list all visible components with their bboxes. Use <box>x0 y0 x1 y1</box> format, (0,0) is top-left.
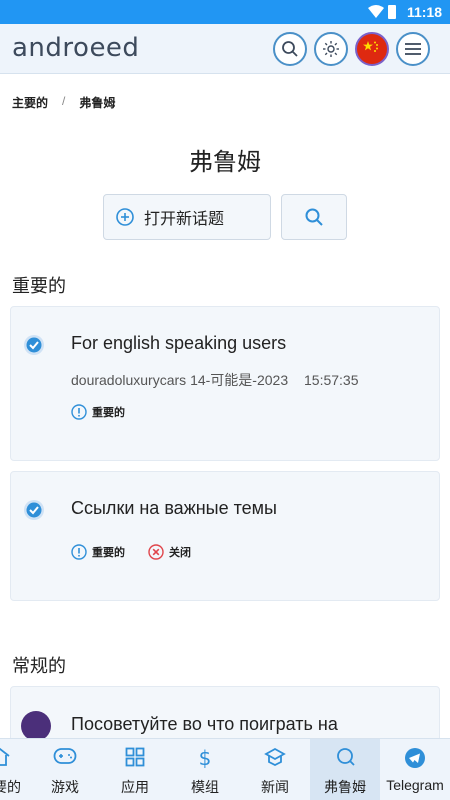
exclamation-icon <box>71 544 87 560</box>
new-topic-button[interactable]: 打开新话题 <box>103 194 271 240</box>
menu-button[interactable] <box>396 32 430 66</box>
nav-item-games[interactable]: 游戏 <box>30 739 100 800</box>
home-icon <box>0 747 10 766</box>
exclamation-icon <box>71 404 87 420</box>
telegram-icon <box>405 748 425 768</box>
topic-card[interactable]: Ссылки на важные темы 重要的 关闭 <box>10 471 440 601</box>
topic-card[interactable]: Посоветуйте во что поиграть на <box>10 686 440 746</box>
topic-card[interactable]: For english speaking users douradoluxury… <box>10 306 440 461</box>
nav-label: 新闻 <box>261 779 289 795</box>
topic-meta: douradoluxurycars 14-可能是-2023 15:57:35 <box>71 370 359 390</box>
section-title-important: 重要的 <box>12 276 66 296</box>
battery-icon <box>388 5 396 19</box>
page-title: 弗鲁姆 <box>189 149 261 176</box>
topic-title[interactable]: Посоветуйте во что поиграть на <box>71 714 338 735</box>
news-icon <box>264 747 286 767</box>
nav-item-news[interactable]: 新闻 <box>240 739 310 800</box>
nav-item-apps[interactable]: 应用 <box>100 739 170 800</box>
search-button[interactable] <box>273 32 307 66</box>
chat-icon <box>337 748 355 766</box>
breadcrumb: 主要的 / 弗鲁姆 <box>12 94 115 111</box>
china-flag-icon <box>363 41 378 52</box>
check-badge-icon <box>24 500 44 520</box>
wifi-icon <box>368 5 384 18</box>
topic-title[interactable]: For english speaking users <box>71 333 286 354</box>
bottom-navigation: 主要的 游戏 应用 $ 模组 新闻 弗鲁姆 Telegram <box>0 738 450 800</box>
tag-label: 关闭 <box>169 547 191 559</box>
section-title-regular: 常规的 <box>12 656 66 676</box>
important-tag: 重要的 <box>71 544 125 560</box>
status-time: 11:18 <box>406 4 442 20</box>
plus-circle-icon <box>116 208 134 226</box>
search-icon <box>305 208 323 226</box>
breadcrumb-current: 弗鲁姆 <box>79 96 116 110</box>
nav-label: 模组 <box>191 779 219 795</box>
close-circle-icon <box>148 544 164 560</box>
breadcrumb-separator: / <box>62 94 66 108</box>
breadcrumb-home[interactable]: 主要的 <box>12 94 48 111</box>
tag-label: 重要的 <box>92 547 125 559</box>
topic-time: 15:57:35 <box>304 372 359 388</box>
tag-label: 重要的 <box>92 407 125 419</box>
hamburger-icon <box>405 43 421 55</box>
nav-label: 弗鲁姆 <box>324 779 366 795</box>
nav-item-mods[interactable]: $ 模组 <box>170 739 240 800</box>
topic-author[interactable]: douradoluxurycars <box>71 372 186 388</box>
check-badge-icon <box>24 335 44 355</box>
status-bar: 11:18 <box>0 0 450 24</box>
svg-text:$: $ <box>199 747 212 769</box>
gamepad-icon <box>53 748 77 764</box>
logo[interactable]: androeed <box>12 33 139 63</box>
theme-toggle-button[interactable] <box>314 32 348 66</box>
closed-tag: 关闭 <box>148 544 191 560</box>
nav-item-forum[interactable]: 弗鲁姆 <box>310 739 380 800</box>
language-button[interactable] <box>355 32 389 66</box>
new-topic-label: 打开新话题 <box>144 211 225 228</box>
nav-item-telegram[interactable]: Telegram <box>380 739 450 800</box>
header: androeed <box>0 24 450 74</box>
avatar[interactable] <box>21 711 51 741</box>
search-icon <box>282 41 298 57</box>
important-tag: 重要的 <box>71 404 125 420</box>
sun-icon <box>323 41 339 57</box>
grid-icon <box>125 747 145 767</box>
dollar-icon: $ <box>199 747 212 769</box>
nav-label: 应用 <box>121 779 149 795</box>
nav-label: 游戏 <box>51 779 79 795</box>
nav-label: Telegram <box>386 777 444 793</box>
topic-date: 14-可能是-2023 <box>190 372 289 388</box>
forum-search-button[interactable] <box>281 194 347 240</box>
topic-title[interactable]: Ссылки на важные темы <box>71 498 277 519</box>
